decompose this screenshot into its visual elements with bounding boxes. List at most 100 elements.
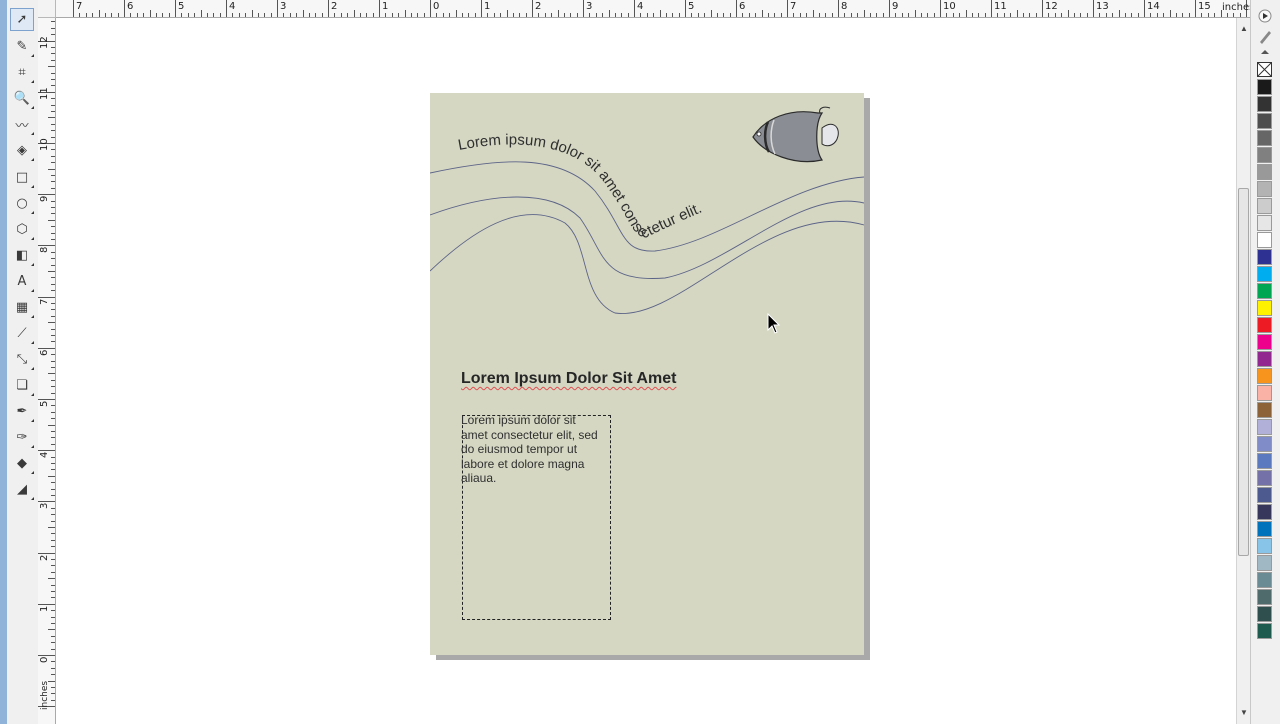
color-swatch[interactable] (1257, 368, 1272, 384)
color-swatch[interactable] (1257, 147, 1272, 163)
ruler-tick (51, 520, 55, 522)
color-swatch[interactable] (1257, 487, 1272, 503)
ruler-tick (806, 13, 808, 17)
color-swatch[interactable] (1257, 589, 1272, 605)
crop-tool-icon[interactable]: ⌗ (10, 61, 34, 84)
text-on-path[interactable]: Lorem ipsum dolor sit amet consectetur e… (457, 131, 705, 242)
ruler-tick (417, 13, 419, 17)
ruler-tick (51, 699, 55, 701)
text-tool-icon[interactable]: A (10, 270, 34, 293)
basic-shapes-tool-icon[interactable]: ◧ (10, 244, 34, 267)
shape-tool-icon[interactable]: ✎ (10, 35, 34, 58)
ruler-label: 4 (637, 1, 644, 12)
palette-arrow-icon[interactable] (1261, 50, 1269, 54)
color-swatch[interactable] (1257, 283, 1272, 299)
eyedropper-tool-icon[interactable]: ✒ (10, 400, 34, 423)
color-swatch[interactable] (1257, 96, 1272, 112)
interactive-fill-tool-icon[interactable]: ◢ (10, 478, 34, 501)
ruler-origin-corner[interactable] (38, 0, 56, 18)
ruler-tick (51, 488, 55, 490)
ruler-tick (385, 13, 387, 17)
vertical-scrollbar[interactable]: ▲ ▼ (1236, 18, 1250, 724)
color-swatch[interactable] (1257, 198, 1272, 214)
ellipse-tool-icon[interactable]: ○ (10, 192, 34, 215)
blend-tool-icon[interactable]: ❏ (10, 374, 34, 397)
color-swatch[interactable] (1257, 130, 1272, 146)
ruler-tick (51, 687, 55, 688)
eyedropper-icon[interactable] (1260, 31, 1271, 44)
ruler-tick (844, 13, 846, 17)
ruler-label: 5 (39, 400, 50, 407)
ruler-tick (51, 360, 55, 362)
ruler-tick (646, 13, 648, 17)
no-color-swatch[interactable] (1257, 62, 1272, 77)
fish-illustration[interactable] (752, 106, 839, 163)
color-swatch[interactable] (1257, 113, 1272, 129)
ruler-tick (51, 482, 55, 484)
horizontal-ruler[interactable]: 7 6 5 4 3 2 1 0 1 2 3 4 5 6 7 8 9 10 11 12 13 14 15 (56, 0, 1250, 18)
flyout-arrow-icon (31, 315, 34, 318)
color-swatch[interactable] (1257, 317, 1272, 333)
color-swatch[interactable] (1257, 385, 1272, 401)
ruler-tick (761, 10, 763, 17)
ruler-tick (742, 13, 744, 17)
connector-tool-icon[interactable]: ⤡ (10, 348, 34, 371)
color-swatch[interactable] (1257, 572, 1272, 588)
color-swatch[interactable] (1257, 351, 1272, 367)
paragraph-text[interactable]: Lorem ipsum dolor sit amet consectetur el… (461, 413, 613, 486)
ruler-tick (85, 13, 87, 17)
color-swatch[interactable] (1257, 555, 1272, 571)
ruler-tick (51, 181, 55, 183)
pick-tool-icon[interactable]: ➚ (10, 8, 34, 31)
color-swatch[interactable] (1257, 419, 1272, 435)
color-swatch[interactable] (1257, 436, 1272, 452)
heading-text[interactable]: Lorem Ipsum Dolor Sit Amet (461, 370, 676, 388)
ruler-label: 2 (331, 1, 338, 12)
color-swatch[interactable] (1257, 164, 1272, 180)
color-swatch[interactable] (1257, 453, 1272, 469)
ruler-tick (634, 0, 635, 17)
vertical-ruler[interactable]: 12 11 10 9 8 7 6 5 4 3 2 1 0 (38, 18, 56, 724)
color-swatch[interactable] (1257, 470, 1272, 486)
color-swatch[interactable] (1257, 504, 1272, 520)
ruler-tick (1182, 13, 1184, 17)
ruler-tick (48, 322, 55, 324)
color-swatch[interactable] (1257, 300, 1272, 316)
color-swatch[interactable] (1257, 521, 1272, 537)
color-swatch[interactable] (1257, 266, 1272, 282)
ruler-label: 6 (39, 349, 50, 356)
color-swatch[interactable] (1257, 606, 1272, 622)
color-swatch[interactable] (1257, 215, 1272, 231)
smart-fill-tool-icon[interactable]: ◈ (10, 139, 34, 162)
ruler-label: 11 (994, 1, 1007, 12)
ruler-tick (589, 13, 591, 17)
zoom-tool-icon[interactable]: 🔍 (10, 87, 34, 110)
color-swatch[interactable] (1257, 538, 1272, 554)
color-swatch[interactable] (1257, 334, 1272, 350)
fill-tool-icon[interactable]: ◆ (10, 452, 34, 475)
freehand-tool-icon[interactable]: 〰 (10, 113, 34, 136)
ruler-tick (869, 13, 871, 17)
ruler-tick (38, 296, 55, 298)
ruler-tick (51, 328, 55, 330)
color-swatch[interactable] (1257, 249, 1272, 265)
rectangle-tool-icon[interactable]: □ (10, 166, 34, 189)
outline-pen-tool-icon[interactable]: ✑ (10, 426, 34, 449)
table-tool-icon[interactable]: ▦ (10, 296, 34, 319)
scroll-down-arrow-icon[interactable]: ▼ (1240, 708, 1248, 717)
ruler-tick (1112, 13, 1114, 17)
color-swatch[interactable] (1257, 402, 1272, 418)
color-swatch[interactable] (1257, 232, 1272, 248)
ruler-tick (882, 13, 884, 17)
dimension-tool-icon[interactable]: ⟋ (10, 322, 34, 345)
ruler-tick (51, 162, 55, 164)
scroll-up-arrow-icon[interactable]: ▲ (1240, 24, 1248, 33)
scrollbar-thumb[interactable] (1238, 188, 1249, 556)
document-page[interactable]: Lorem ipsum dolor sit amet consectetur e… (430, 93, 864, 655)
polygon-tool-icon[interactable]: ⬡ (10, 218, 34, 241)
ruler-tick (532, 0, 533, 17)
color-swatch[interactable] (1257, 623, 1272, 639)
color-swatch[interactable] (1257, 79, 1272, 95)
ruler-tick (347, 13, 349, 17)
color-swatch[interactable] (1257, 181, 1272, 197)
